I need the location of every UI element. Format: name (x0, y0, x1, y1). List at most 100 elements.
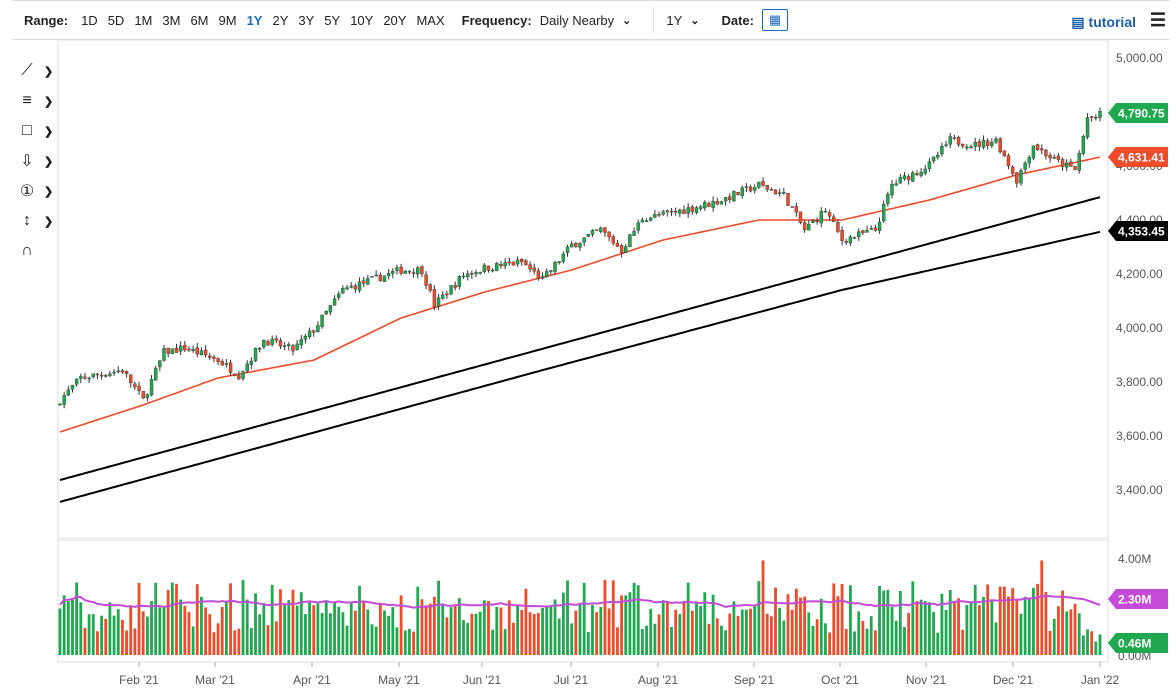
candle (333, 299, 336, 305)
candle (524, 261, 527, 265)
volume-bar (329, 613, 332, 655)
volume-bar (400, 595, 403, 655)
volume-bar (375, 626, 378, 655)
volume-bar (396, 627, 399, 655)
ma50-line (60, 157, 1100, 432)
volume-bar (183, 606, 186, 655)
candle (366, 278, 369, 284)
volume-bar (799, 598, 802, 655)
candle (129, 375, 132, 383)
candle (441, 295, 444, 298)
volume-bar (1074, 604, 1077, 655)
volume-bar (545, 606, 548, 655)
volume-bar (683, 601, 686, 655)
volume-bar (1099, 634, 1102, 655)
volume-bar (117, 609, 120, 655)
candle (1074, 166, 1077, 169)
volume-bar (325, 601, 328, 655)
candle (283, 346, 286, 347)
candle (117, 371, 120, 372)
candle (1078, 153, 1081, 170)
volume-bar (849, 585, 852, 655)
volume-bar (229, 583, 232, 655)
volume-bar (782, 620, 785, 655)
candle (970, 147, 973, 149)
candle (204, 350, 207, 355)
volume-bar (824, 623, 827, 655)
volume-bar (84, 628, 87, 655)
volume-average-tag: 2.30M (1118, 593, 1151, 607)
volume-bar (595, 612, 598, 655)
volume-bar (749, 609, 752, 655)
volume-bar (670, 627, 673, 655)
candle (940, 146, 943, 154)
candle (267, 341, 270, 345)
volume-bar (861, 621, 864, 655)
candle (641, 220, 644, 222)
candle (300, 339, 303, 345)
volume-bar (1011, 588, 1014, 655)
candle (866, 230, 869, 232)
candle (179, 346, 182, 351)
candle (217, 358, 220, 361)
volume-bar (246, 600, 249, 655)
volume-bar (450, 607, 453, 655)
volume-bar (267, 625, 270, 655)
candle (999, 139, 1002, 152)
volume-bar (1090, 631, 1093, 655)
candle (316, 325, 319, 331)
candle (383, 276, 386, 282)
candle (75, 379, 78, 384)
volume-bar (579, 603, 582, 655)
candle (891, 184, 894, 195)
candle (861, 231, 864, 233)
volume-bar (828, 632, 831, 655)
volume-bar (487, 601, 490, 655)
candle (787, 193, 790, 205)
volume-bar (687, 583, 690, 655)
volume-bar (832, 583, 835, 655)
volume-bar (554, 599, 557, 655)
candle (1094, 117, 1097, 118)
ma200-tag: 4,353.45 (1118, 225, 1165, 239)
ma50-tag: 4,631.41 (1118, 151, 1165, 165)
volume-bar (1078, 613, 1081, 655)
volume-bar (616, 627, 619, 655)
volume-bar (271, 585, 274, 655)
volume-bar (953, 601, 956, 655)
candle (928, 162, 931, 169)
volume-bar (620, 595, 623, 655)
volume-bar (724, 630, 727, 655)
volume-bar (624, 595, 627, 655)
candle (707, 203, 710, 206)
candle (803, 222, 806, 229)
candle (974, 142, 977, 146)
candle (670, 211, 673, 212)
candle (828, 212, 831, 216)
candle (920, 172, 923, 175)
volume-bar (604, 580, 607, 655)
volume-bar (841, 584, 844, 655)
volume-bar (213, 632, 216, 655)
volume-bar (737, 616, 740, 655)
candle (254, 348, 257, 361)
volume-bar (129, 606, 132, 655)
price-chart[interactable]: 5,000.004,800.004,600.004,400.004,200.00… (0, 0, 1176, 691)
volume-bar (791, 610, 794, 655)
volume-bar (292, 590, 295, 655)
volume-bar (437, 581, 440, 655)
volume-bar (674, 610, 677, 655)
candle (533, 268, 536, 271)
volume-bar (549, 607, 552, 655)
candle (795, 206, 798, 212)
volume-bar (691, 611, 694, 655)
volume-bar (196, 584, 199, 655)
volume-bar (1007, 597, 1010, 655)
candle (154, 368, 157, 380)
volume-bar (599, 607, 602, 655)
candle (329, 305, 332, 312)
candle (599, 228, 602, 232)
volume-bar (138, 583, 141, 655)
volume-bar (192, 626, 195, 655)
candle (391, 271, 394, 273)
